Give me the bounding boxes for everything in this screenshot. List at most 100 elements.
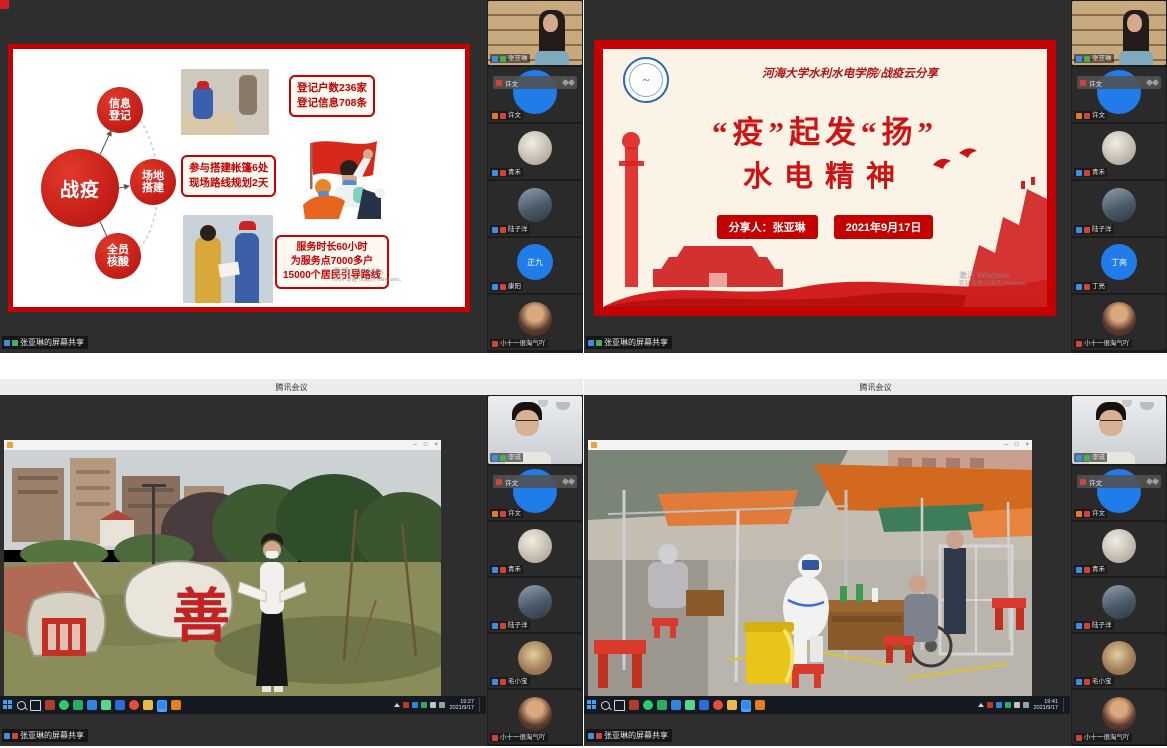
person-icon <box>1076 170 1082 176</box>
wechat-icon[interactable] <box>59 700 69 710</box>
task-view-icon[interactable] <box>614 700 625 711</box>
tray-icon[interactable] <box>1005 702 1011 708</box>
participant-tile[interactable]: 小十一很淘气吖 <box>488 690 582 744</box>
participant-tile[interactable]: 许文 许文 <box>1072 67 1166 122</box>
shared-screen-area: – □ × <box>584 395 1070 746</box>
app-titlebar[interactable]: – □ × <box>4 440 441 450</box>
word-icon[interactable] <box>699 700 709 710</box>
app-minimize-button[interactable]: – <box>414 440 417 450</box>
participant-video-tile[interactable]: 李成 <box>488 396 582 464</box>
pinned-app-icon[interactable] <box>73 700 83 710</box>
taskbar-clock[interactable]: 19:27 2021/9/17 <box>450 699 474 712</box>
window-titlebar[interactable]: 腾讯会议 <box>584 379 1167 395</box>
media-player-icon[interactable] <box>101 700 111 710</box>
app-minimize-button[interactable]: – <box>1005 440 1008 450</box>
participant-tile[interactable]: 许文 许文 <box>488 466 582 520</box>
participant-tile[interactable]: 许文 许文 <box>1072 466 1166 520</box>
wechat-icon[interactable] <box>643 700 653 710</box>
tray-icon[interactable] <box>403 702 409 708</box>
participant-video-tile[interactable]: 张亚琳 <box>1072 1 1166 65</box>
app-maximize-button[interactable]: □ <box>424 440 428 450</box>
pinned-app-icon[interactable] <box>629 700 639 710</box>
system-tray[interactable]: 19:27 2021/9/17 <box>394 698 483 712</box>
participant-tile[interactable]: 陆子洋 <box>488 578 582 632</box>
search-icon[interactable] <box>601 701 610 710</box>
app-titlebar[interactable]: – □ × <box>588 440 1032 450</box>
browser-icon[interactable] <box>713 700 723 710</box>
participant-panel[interactable]: 李成 许文 许文 青禾 <box>1071 395 1167 746</box>
pinned-app-icon[interactable] <box>671 700 681 710</box>
word-icon[interactable] <box>115 700 125 710</box>
tray-icon[interactable] <box>987 702 993 708</box>
participant-tile[interactable]: 毛小宝 <box>488 634 582 688</box>
participant-tile[interactable]: 许文 许文 <box>488 67 582 122</box>
folder-icon[interactable] <box>727 700 737 710</box>
mic-muted-icon <box>496 479 502 485</box>
participant-video-tile[interactable]: 张亚琳 <box>488 1 582 65</box>
folder-icon[interactable] <box>143 700 153 710</box>
avatar <box>1102 585 1136 619</box>
windows-start-icon[interactable] <box>3 700 13 710</box>
participant-name: 小十一很淘气吖 <box>500 734 546 741</box>
participant-tile[interactable]: 青禾 <box>1072 522 1166 576</box>
participant-tile[interactable]: 陆子洋 <box>1072 578 1166 632</box>
participant-name: 丁亮 <box>1092 283 1105 290</box>
video-park-scene: 善 <box>4 450 441 696</box>
participant-tile[interactable]: 小十一很淘气吖 <box>488 295 582 350</box>
participant-panel[interactable]: 张亚琳 许文 许文 青禾 <box>1071 0 1167 353</box>
pinned-app-icon[interactable] <box>171 700 181 710</box>
participant-tile[interactable]: 小十一很淘气吖 <box>1072 295 1166 350</box>
app-close-button[interactable]: × <box>1025 440 1029 450</box>
mic-muted-icon <box>1080 80 1086 86</box>
person-icon <box>588 733 594 739</box>
volume-icon[interactable] <box>430 702 436 708</box>
media-player-icon[interactable] <box>685 700 695 710</box>
network-icon[interactable] <box>439 702 445 708</box>
browser-icon[interactable] <box>129 700 139 710</box>
pinned-app-icon[interactable] <box>45 700 55 710</box>
show-desktop-button[interactable] <box>479 698 483 712</box>
pinned-app-icon[interactable] <box>657 700 667 710</box>
app-close-button[interactable]: × <box>434 440 438 450</box>
volume-icon[interactable] <box>1014 702 1020 708</box>
search-icon[interactable] <box>17 701 26 710</box>
tray-icon[interactable] <box>996 702 1002 708</box>
windows-taskbar[interactable]: 19:27 2021/9/17 <box>0 696 486 714</box>
banner-name: 许文 <box>1089 477 1102 487</box>
participant-tile[interactable]: 青禾 <box>488 522 582 576</box>
participant-tile[interactable]: 青禾 <box>488 124 582 179</box>
system-tray[interactable]: 19:41 2021/9/17 <box>978 698 1067 712</box>
windows-start-icon[interactable] <box>587 700 597 710</box>
windows-taskbar[interactable]: 19:41 2021/9/17 <box>584 696 1070 714</box>
taskbar-clock[interactable]: 19:41 2021/9/17 <box>1034 699 1058 712</box>
participant-video-tile[interactable]: 李成 <box>1072 396 1166 464</box>
participant-tile[interactable]: 青禾 <box>1072 124 1166 179</box>
participant-tile[interactable]: 陆子洋 <box>488 181 582 236</box>
window-titlebar[interactable]: 腾讯会议 <box>0 379 583 395</box>
participant-tile[interactable]: 小十一很淘气吖 <box>1072 690 1166 744</box>
tray-icon[interactable] <box>421 702 427 708</box>
chevron-up-icon[interactable] <box>978 703 984 707</box>
meeting-app-icon[interactable] <box>741 700 751 710</box>
mic-muted-icon <box>1084 113 1090 119</box>
show-desktop-button[interactable] <box>1063 698 1067 712</box>
task-view-icon[interactable] <box>30 700 41 711</box>
participant-tile[interactable]: 陆子洋 <box>1072 181 1166 236</box>
pinned-app-icon[interactable] <box>755 700 765 710</box>
meeting-app-icon[interactable] <box>157 700 167 710</box>
network-icon[interactable] <box>1023 702 1029 708</box>
person-icon <box>1076 227 1082 233</box>
app-icon <box>7 442 13 448</box>
participant-name: 许文 <box>508 112 521 119</box>
avatar <box>1102 697 1136 731</box>
participant-panel[interactable]: 李成 许文 许文 青禾 <box>487 395 583 746</box>
tray-icon[interactable] <box>412 702 418 708</box>
participant-tile[interactable]: 毛小宝 <box>1072 634 1166 688</box>
pinned-app-icon[interactable] <box>87 700 97 710</box>
node-info-registration: 信息登记 <box>97 87 143 133</box>
chevron-up-icon[interactable] <box>394 703 400 707</box>
participant-tile[interactable]: 正九 康阳 <box>488 238 582 293</box>
app-maximize-button[interactable]: □ <box>1015 440 1019 450</box>
participant-panel[interactable]: 张亚琳 许文 许文 青禾 <box>487 0 583 353</box>
participant-tile[interactable]: 丁亮 丁亮 <box>1072 238 1166 293</box>
